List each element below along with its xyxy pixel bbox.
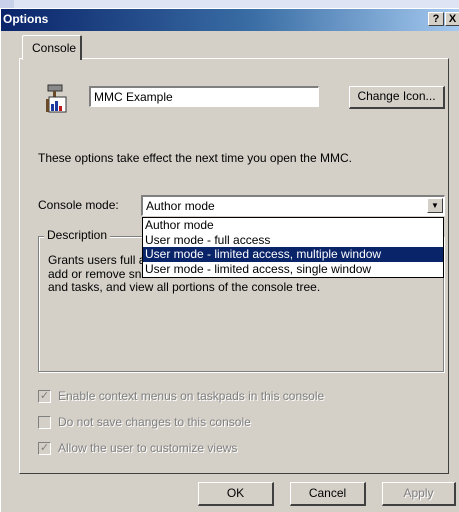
option-label: Do not save changes to this console xyxy=(58,415,251,429)
console-mode-dropdown-list: Author mode User mode - full access User… xyxy=(142,217,444,278)
checkbox-unchecked-icon[interactable] xyxy=(38,416,51,429)
option-label: Allow the user to customize views xyxy=(58,441,238,455)
console-name-input[interactable]: MMC Example xyxy=(89,86,319,107)
window-title: Options xyxy=(3,12,49,26)
console-mode-option[interactable]: User mode - limited access, single windo… xyxy=(143,262,443,277)
apply-label: Apply xyxy=(403,486,434,500)
tab-console[interactable]: Console xyxy=(22,35,82,60)
apply-button[interactable]: Apply xyxy=(382,482,456,506)
help-button[interactable]: ? xyxy=(428,12,444,26)
change-icon-button[interactable]: Change Icon... xyxy=(349,86,445,109)
console-name-value: MMC Example xyxy=(94,90,173,104)
change-icon-label: Change Icon... xyxy=(357,89,436,103)
info-text: These options take effect the next time … xyxy=(38,151,352,165)
console-mode-option[interactable]: Author mode xyxy=(143,218,443,233)
ok-button[interactable]: OK xyxy=(198,482,274,506)
cancel-label: Cancel xyxy=(308,486,347,500)
console-mode-select[interactable]: Author mode ▼ xyxy=(141,195,445,216)
hammer-chart-icon xyxy=(40,84,68,114)
console-mode-value: Author mode xyxy=(146,199,215,213)
tab-console-label: Console xyxy=(32,41,77,55)
option-label: Enable context menus on taskpads in this… xyxy=(58,389,325,403)
title-bar[interactable]: Options ? X xyxy=(1,9,459,31)
console-mode-option-highlighted[interactable]: User mode - limited access, multiple win… xyxy=(143,247,443,262)
close-button[interactable]: X xyxy=(445,12,459,26)
ok-label: OK xyxy=(226,486,245,500)
description-title: Description xyxy=(44,228,111,242)
cancel-button[interactable]: Cancel xyxy=(290,482,366,506)
console-mode-label: Console mode: xyxy=(38,198,119,212)
checkbox-checked-icon[interactable]: ✓ xyxy=(38,390,51,403)
console-mode-option[interactable]: User mode - full access xyxy=(143,233,443,248)
description-line: and tasks, and view all portions of the … xyxy=(48,280,321,294)
chevron-down-icon[interactable]: ▼ xyxy=(427,198,443,213)
checkbox-checked-icon[interactable]: ✓ xyxy=(38,442,51,455)
